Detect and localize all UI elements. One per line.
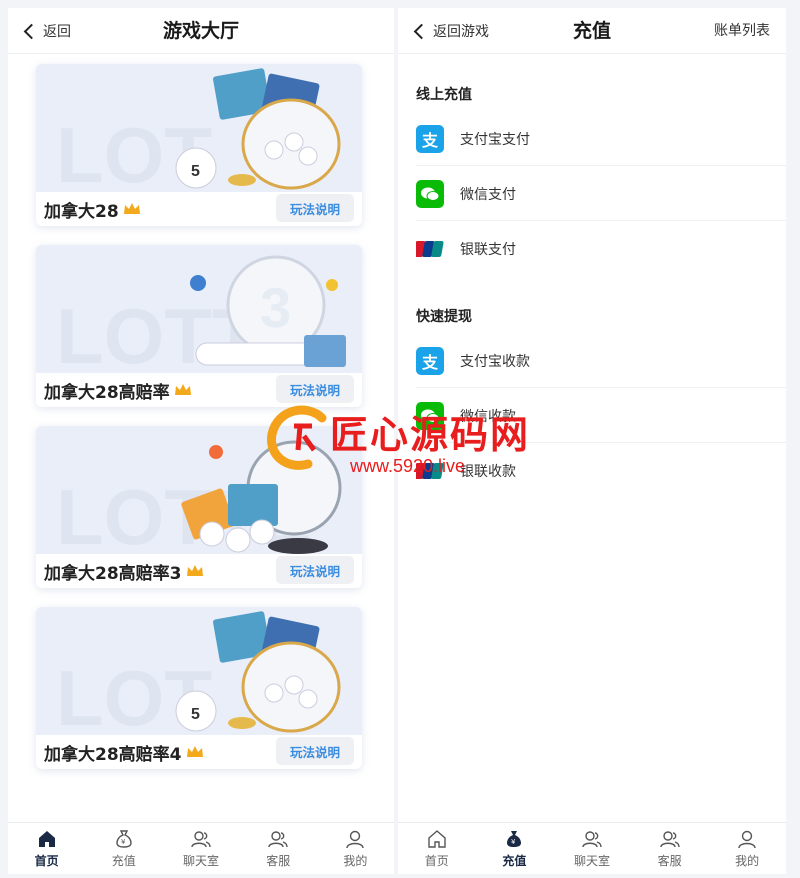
svg-text:3: 3 [260,276,291,339]
bottom-tab-bar: 首页 ¥ 充值 聊天室 客服 我的 [8,822,394,874]
game-name: 加拿大28高赔率4 [44,744,182,765]
game-card[interactable]: LOTTE 3 加拿大28高赔率 玩法说明 [36,245,362,407]
tab-profile[interactable]: 我的 [708,823,786,874]
tab-label: 我的 [735,853,760,868]
users-icon [191,830,211,847]
svg-text:5: 5 [191,706,200,723]
rules-button[interactable]: 玩法说明 [276,194,354,222]
tab-label: 聊天室 [573,853,610,868]
tab-label: 充值 [111,853,136,868]
quick-withdraw-heading: 快速提现 [416,309,472,325]
withdraw-method-label: 银联收款 [460,464,516,480]
game-name: 加拿大28 [44,201,119,222]
withdraw-method-unionpay[interactable]: 银联收款 [416,444,786,498]
pay-method-unionpay[interactable]: 银联支付 [416,222,786,276]
unionpay-icon [416,457,444,485]
crown-icon [186,746,203,757]
tab-label: 我的 [343,853,368,868]
money-bag-icon: ¥ [116,829,132,848]
crown-icon [186,565,203,576]
pay-method-wechat[interactable]: 微信支付 [416,167,786,221]
tab-chatroom[interactable]: 聊天室 [162,823,239,874]
pay-method-label: 微信支付 [460,186,516,203]
tab-label: 客服 [657,853,682,868]
tab-recharge[interactable]: ¥ 充值 [476,823,554,874]
home-icon [38,830,55,847]
tab-recharge[interactable]: ¥ 充值 [85,823,162,874]
tab-home[interactable]: 首页 [8,823,85,874]
pay-method-alipay[interactable]: 支 支付宝支付 [416,112,786,166]
game-name: 加拿大28高赔率 [44,382,170,403]
lottery-banner-image: LOT 5 [36,64,362,192]
tab-service[interactable]: 客服 [631,823,709,874]
lottery-banner-image: LOTTE [36,426,362,554]
unionpay-icon [416,235,444,263]
wechat-icon [416,401,444,430]
chevron-left-icon [23,23,40,39]
user-icon [738,830,756,848]
svg-text:5: 5 [191,163,200,180]
tab-label: 客服 [266,853,291,868]
bottom-tab-bar: 首页 ¥ 充值 聊天室 客服 我的 [398,822,786,874]
wechat-icon [416,179,444,208]
back-button[interactable]: 返回 [22,8,71,54]
tab-label: 聊天室 [183,853,220,868]
tab-label: 首页 [34,853,59,868]
pay-method-label: 银联支付 [460,242,516,258]
users-icon [268,830,288,847]
pay-method-label: 支付宝支付 [460,131,530,148]
lottery-banner-image: LOTTE 3 [36,245,362,373]
tab-home[interactable]: 首页 [398,823,476,874]
tab-label: 首页 [424,853,449,868]
game-name: 加拿大28高赔率3 [44,563,182,584]
rules-button[interactable]: 玩法说明 [276,556,354,584]
recharge-screen: 返回游戏 充值 账单列表 线上充值 支 支付宝支付 微信支付 银联支付 快速提现… [398,8,786,874]
tab-profile[interactable]: 我的 [317,823,394,874]
top-nav: 返回游戏 充值 账单列表 [398,8,786,54]
tab-label: 充值 [502,853,527,868]
money-bag-icon: ¥ [507,830,522,847]
bill-list-link[interactable]: 账单列表 [714,8,770,54]
alipay-icon: 支 [416,124,444,153]
rules-button[interactable]: 玩法说明 [276,737,354,765]
top-nav: 返回 游戏大厅 [8,8,394,54]
withdraw-method-wechat[interactable]: 微信收款 [416,389,786,443]
game-card[interactable]: LOT 5 加拿大28高赔率4 玩法说明 [36,607,362,769]
svg-text:¥: ¥ [121,838,126,846]
withdraw-method-label: 支付宝收款 [460,353,530,370]
withdraw-method-label: 微信收款 [460,408,516,425]
rules-button[interactable]: 玩法说明 [276,375,354,403]
game-list: LOT 5 加拿大28 玩法说明 LOTTE 3 加拿大28高赔率 玩法说明 L… [36,64,362,788]
user-icon [346,830,365,848]
tab-service[interactable]: 客服 [240,823,317,874]
online-recharge-heading: 线上充值 [416,87,472,103]
alipay-icon: 支 [416,346,444,375]
back-label: 返回 [43,24,71,40]
crown-icon [123,203,140,214]
crown-icon [174,384,191,395]
back-label: 返回游戏 [433,24,489,40]
home-icon [428,829,446,848]
game-card[interactable]: LOT 5 加拿大28 玩法说明 [36,64,362,226]
withdraw-method-alipay[interactable]: 支 支付宝收款 [416,334,786,388]
back-to-game-button[interactable]: 返回游戏 [412,8,489,54]
chevron-left-icon [413,23,430,39]
svg-text:¥: ¥ [511,838,516,846]
game-card[interactable]: LOTTE 加拿大28高赔率3 玩法说明 [36,426,362,588]
lottery-banner-image: LOT 5 [36,607,362,735]
users-icon [582,830,602,847]
game-hall-screen: 返回 游戏大厅 LOT 5 加拿大28 玩法说明 LOTTE 3 加拿大28高赔… [8,8,394,874]
tab-chatroom[interactable]: 聊天室 [553,823,631,874]
users-icon [659,830,680,847]
